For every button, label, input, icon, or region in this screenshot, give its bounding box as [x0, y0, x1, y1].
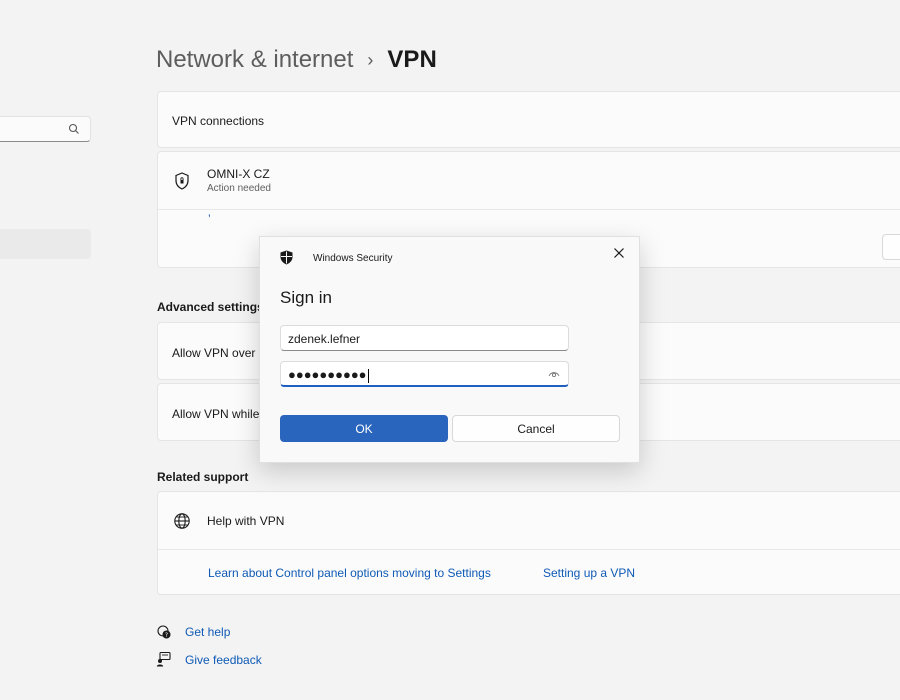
settings-search-input[interactable] [0, 116, 91, 142]
allow-vpn-roaming-label: Allow VPN while [172, 407, 260, 421]
breadcrumb: Network & internet › VPN [156, 46, 437, 74]
password-mask: ●●●●●●●●●● [288, 367, 367, 382]
breadcrumb-separator: › [367, 49, 374, 70]
vpn-action-button[interactable] [882, 234, 900, 260]
password-value: ●●●●●●●●●● [288, 367, 369, 383]
username-value: zdenek.lefner [288, 332, 361, 346]
card-divider [158, 549, 900, 550]
get-help-icon: ? [157, 625, 171, 639]
shield-icon [175, 172, 189, 190]
page-title: VPN [387, 46, 437, 73]
text-caret [367, 368, 369, 383]
card-divider [158, 209, 900, 210]
search-icon [68, 123, 79, 134]
username-field[interactable]: zdenek.lefner [280, 325, 569, 351]
globe-icon [174, 513, 190, 529]
svg-text:?: ? [165, 632, 168, 639]
nav-item-selected[interactable] [0, 229, 91, 259]
password-field[interactable]: ●●●●●●●●●● [280, 361, 569, 387]
close-icon[interactable] [611, 245, 627, 261]
ok-button[interactable]: OK [280, 415, 448, 442]
vpn-connection-status: Action needed [207, 183, 271, 194]
vpn-connections-card: VPN connections [157, 91, 900, 148]
control-panel-options-link[interactable]: Learn about Control panel options moving… [208, 566, 491, 580]
help-with-vpn-label[interactable]: Help with VPN [207, 514, 284, 528]
vpn-option-mark: ’ [208, 212, 211, 226]
setting-up-vpn-link[interactable]: Setting up a VPN [543, 566, 635, 580]
related-support-title: Related support [157, 470, 249, 484]
get-help-link[interactable]: Get help [185, 625, 230, 639]
vpn-connections-label: VPN connections [172, 114, 265, 128]
cancel-button[interactable]: Cancel [452, 415, 620, 442]
breadcrumb-parent[interactable]: Network & internet [156, 46, 353, 74]
advanced-settings-title: Advanced settings [157, 300, 264, 314]
windows-security-icon [280, 250, 293, 265]
vpn-connection-name[interactable]: OMNI-X CZ [207, 167, 270, 181]
windows-security-dialog: Windows Security Sign in zdenek.lefner ●… [259, 236, 640, 463]
give-feedback-link[interactable]: Give feedback [185, 653, 262, 667]
allow-vpn-metered-label: Allow VPN over r [172, 346, 263, 360]
help-with-vpn-card: Help with VPN Learn about Control panel … [157, 491, 900, 595]
dialog-app-title: Windows Security [313, 253, 393, 264]
dialog-heading: Sign in [280, 288, 332, 307]
eye-icon[interactable] [548, 370, 560, 378]
feedback-icon [156, 651, 171, 667]
